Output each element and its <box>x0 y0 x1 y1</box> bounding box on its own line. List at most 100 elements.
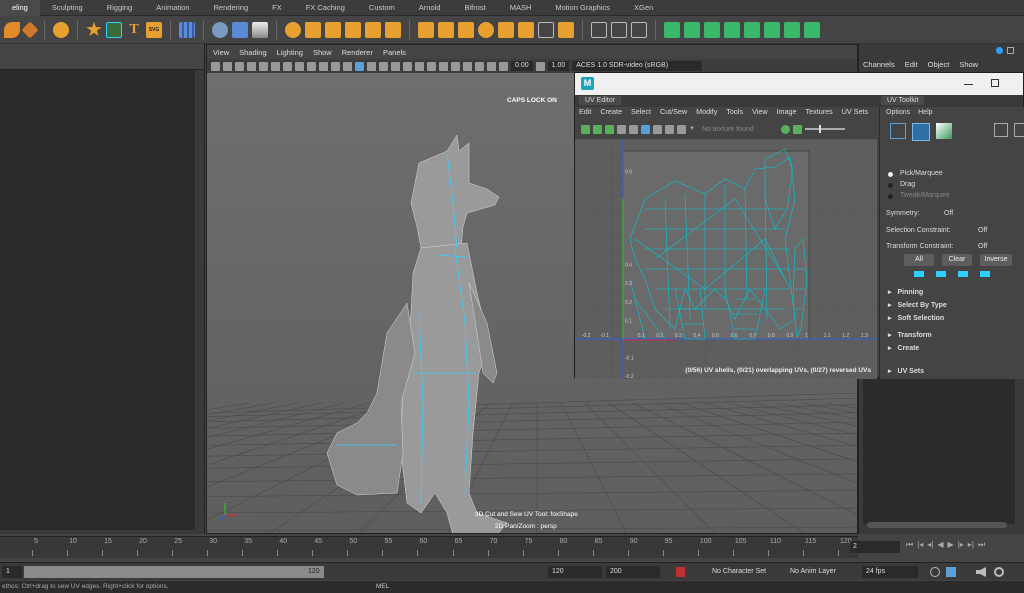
select-all-button[interactable]: All <box>904 254 934 266</box>
svg-tool-icon[interactable]: SVG <box>146 21 162 38</box>
motion-blur-icon[interactable] <box>415 61 424 71</box>
shelf-tab[interactable]: Rigging <box>95 0 144 16</box>
combine-icon[interactable] <box>305 21 321 38</box>
uv-editor-menu-item[interactable]: Create <box>600 107 622 116</box>
uv-editor-menu-item[interactable]: UV Sets <box>842 107 868 116</box>
play-back-icon[interactable]: ◀ <box>937 540 943 550</box>
uv-editor-menu-item[interactable]: Textures <box>806 107 833 116</box>
sphere-tool-icon[interactable] <box>53 21 69 38</box>
dof-icon[interactable] <box>439 61 448 71</box>
wireframe-icon[interactable] <box>331 61 340 71</box>
boolean-icon[interactable] <box>285 21 301 38</box>
target-weld-icon[interactable] <box>458 21 474 38</box>
section-uv-sets[interactable]: UV Sets <box>888 367 924 375</box>
uv-close-icon[interactable] <box>804 21 820 38</box>
xray-joints-icon[interactable] <box>475 61 484 71</box>
exposure-field[interactable]: 0.00 <box>511 61 533 71</box>
uv-camera-icon[interactable] <box>744 21 760 38</box>
offset-loop-icon[interactable] <box>518 21 534 38</box>
bracket-icon[interactable] <box>611 21 627 38</box>
grid-toggle-icon[interactable] <box>581 124 590 134</box>
uv-canvas[interactable]: -0.2 -0.1 0.1 0.2 0.3 0.4 0.5 0.6 0.7 0.8 0.9 1 1.1 1… <box>575 139 877 379</box>
grid-icon[interactable] <box>247 61 256 71</box>
uv-editor-menu-item[interactable]: Modify <box>696 107 717 116</box>
bridge-icon[interactable] <box>252 21 268 38</box>
outliner-list[interactable] <box>0 70 195 530</box>
resolution-gate-icon[interactable] <box>271 61 280 71</box>
section-pinning[interactable]: Pinning <box>888 288 924 296</box>
selection-constraint-dropdown[interactable]: Off <box>978 227 987 234</box>
symmetry-dropdown[interactable]: Off <box>944 210 953 217</box>
go-to-start-icon[interactable]: ⏮ <box>906 540 913 550</box>
xray-icon[interactable] <box>463 61 472 71</box>
shell-mode-icon[interactable] <box>936 123 952 139</box>
wireframe-on-shaded-icon[interactable] <box>355 61 364 71</box>
safe-title-icon[interactable] <box>319 61 328 71</box>
sculpt-icon[interactable] <box>21 21 39 38</box>
mel-label[interactable]: MEL <box>376 583 389 590</box>
uv-editor-titlebar[interactable]: M <box>575 73 1023 95</box>
step-back-key-icon[interactable]: |◂ <box>917 540 923 550</box>
uv-editor-window[interactable]: M UV Editor UV Toolkit Edit Create Select C… <box>574 72 1024 379</box>
paint-weights-icon[interactable] <box>558 21 574 38</box>
anim-layer-dropdown[interactable]: No Anim Layer <box>786 566 852 578</box>
checker-icon[interactable] <box>641 124 650 134</box>
crease-icon[interactable] <box>538 21 554 38</box>
exposure-icon[interactable] <box>499 61 508 71</box>
drag-radio[interactable] <box>888 183 893 188</box>
loop-icon[interactable] <box>930 567 940 577</box>
current-frame-field[interactable]: 2 <box>850 541 900 553</box>
uv-checker-icon[interactable] <box>764 21 780 38</box>
smooth-icon[interactable] <box>345 21 361 38</box>
shelf-tab[interactable]: XGen <box>622 0 665 16</box>
uv-auto-icon[interactable] <box>724 21 740 38</box>
shelf-tab[interactable]: FX Caching <box>294 0 357 16</box>
uv-toolkit-menu-item[interactable]: Options <box>886 109 910 116</box>
mesh-tool-icon[interactable] <box>418 21 434 38</box>
shelf-tab[interactable]: Custom <box>357 0 407 16</box>
refresh-icon[interactable] <box>780 124 790 134</box>
smooth-shade-icon[interactable] <box>343 61 352 71</box>
grid-tool-icon[interactable] <box>179 21 195 38</box>
viewport-menu-item[interactable]: Shading <box>239 48 267 57</box>
mirror-icon[interactable] <box>365 21 381 38</box>
dim-image-icon[interactable] <box>653 124 662 134</box>
exposure-slider[interactable] <box>804 125 845 133</box>
viewport-menu-item[interactable]: Show <box>313 48 332 57</box>
command-line[interactable]: ethos: Ctrl+drag to sew UV edges. Right+… <box>0 581 1024 593</box>
colorspace-dropdown[interactable]: ACES 1.0 SDR-video (sRGB) <box>572 61 703 71</box>
uv-editor-menu-item[interactable]: Edit <box>579 107 591 116</box>
select-grow-icon[interactable] <box>958 271 968 277</box>
shelf-tab[interactable]: Animation <box>144 0 201 16</box>
bevel-icon[interactable] <box>212 21 228 38</box>
maximize-button[interactable] <box>991 79 999 87</box>
shelf-tab[interactable]: FX <box>260 0 294 16</box>
textured-icon[interactable] <box>367 61 376 71</box>
edge-mode-icon[interactable] <box>912 123 930 141</box>
vertex-mode-icon[interactable] <box>890 123 906 139</box>
insert-loop-icon[interactable] <box>498 21 514 38</box>
curve-select-icon[interactable] <box>631 21 647 38</box>
xray-components-icon[interactable] <box>487 61 496 71</box>
step-forward-key-icon[interactable]: ▸| <box>968 540 974 550</box>
play-forward-icon[interactable]: ▶ <box>948 540 954 550</box>
checker-tile-icon[interactable] <box>677 124 686 134</box>
pencil-icon[interactable] <box>591 21 607 38</box>
film-gate-icon[interactable] <box>259 61 268 71</box>
fps-dropdown[interactable]: 24 fps <box>862 566 918 578</box>
safe-action-icon[interactable] <box>307 61 316 71</box>
wire-uv-icon[interactable] <box>617 124 626 134</box>
channel-box-menu-item[interactable]: Show <box>959 60 978 69</box>
tab-uv-toolkit[interactable]: UV Toolkit <box>881 96 925 105</box>
uv-spherical-icon[interactable] <box>704 21 720 38</box>
snap-icon[interactable] <box>593 124 602 134</box>
viewport-menu-item[interactable]: Panels <box>383 48 406 57</box>
section-create[interactable]: Create <box>888 344 920 352</box>
bookmark-icon[interactable] <box>223 61 232 71</box>
multicut-icon[interactable] <box>438 21 454 38</box>
auto-key-icon[interactable] <box>676 567 685 577</box>
select-shrink-icon[interactable] <box>980 271 990 277</box>
text-tool-icon[interactable]: T <box>126 22 142 38</box>
image-plane-icon[interactable] <box>235 61 244 71</box>
shelf-tab[interactable]: Arnold <box>407 0 453 16</box>
